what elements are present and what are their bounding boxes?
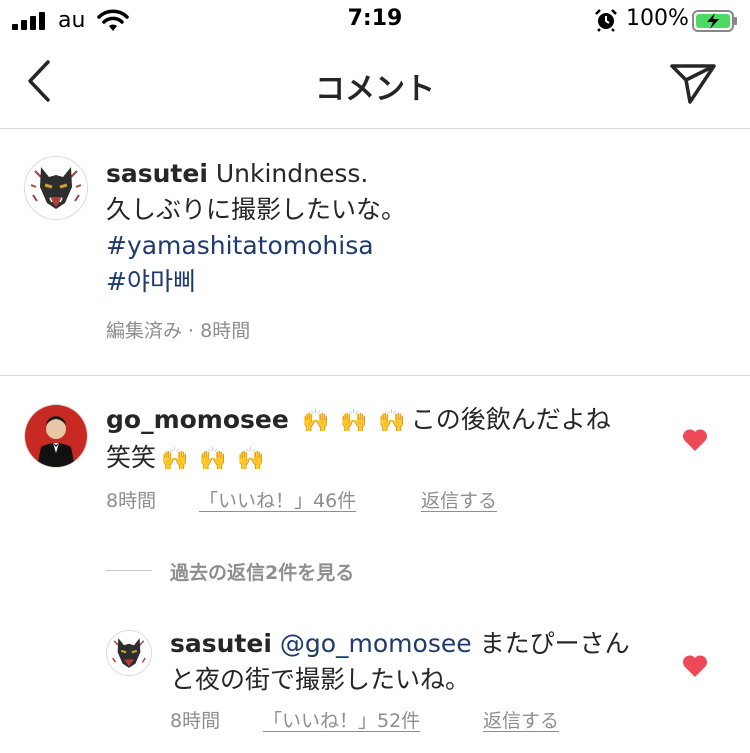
view-replies-button[interactable]: 過去の返信2件を見る — [170, 558, 354, 585]
raised-hands-emoji: 🙌 — [199, 447, 227, 472]
hashtag-link[interactable]: #야마삐 — [106, 264, 666, 300]
divider — [106, 570, 152, 571]
page-title: コメント — [315, 72, 435, 107]
raised-hands-emoji: 🙌 — [340, 409, 368, 434]
avatar[interactable] — [106, 630, 152, 676]
battery-charging-icon — [692, 10, 737, 32]
panther-icon — [107, 631, 151, 675]
reply-button[interactable]: 返信する — [483, 706, 559, 733]
reply-line-2: と夜の街で撮影したいね。 — [170, 665, 471, 694]
caption-text: sasutei Unkindness. 久しぶりに撮影したいな。 #yamash… — [106, 156, 666, 300]
reply-time: 8時間 — [170, 710, 221, 732]
divider — [0, 375, 750, 376]
raised-hands-emoji: 🙌 — [161, 447, 189, 472]
heart-icon[interactable] — [682, 428, 708, 452]
reply-username[interactable]: sasutei — [170, 629, 272, 658]
raised-hands-emoji: 🙌 — [302, 409, 330, 434]
paper-plane-icon[interactable] — [668, 60, 718, 106]
comment-line-1: この後飲んだよね — [410, 405, 611, 434]
battery-percent: 100% — [626, 6, 689, 31]
raised-hands-emoji: 🙌 — [378, 409, 406, 434]
reply-text: sasutei @go_momosee またぴーさん と夜の街で撮影したいね。 — [170, 626, 670, 698]
raised-hands-emoji: 🙌 — [237, 447, 265, 472]
heart-icon[interactable] — [682, 654, 708, 678]
comment-username[interactable]: go_momosee — [106, 405, 289, 434]
comment-line-2: 笑笑 — [106, 443, 157, 472]
caption-line-2: 久しぶりに撮影したいな。 — [106, 195, 407, 224]
profile-photo-icon — [25, 405, 87, 467]
hashtag-link[interactable]: #yamashitatomohisa — [106, 228, 666, 264]
panther-icon — [25, 157, 87, 219]
comment-time: 8時間 — [106, 490, 157, 512]
caption-line-1: Unkindness. — [215, 159, 369, 188]
caption-username[interactable]: sasutei — [106, 159, 208, 188]
avatar[interactable] — [24, 156, 88, 220]
caption-meta: 編集済み · 8時間 — [106, 320, 251, 342]
mention-link[interactable]: @go_momosee — [280, 629, 472, 658]
alarm-icon — [595, 9, 617, 32]
reply-line-1: またぴーさん — [479, 629, 630, 658]
avatar[interactable] — [24, 404, 88, 468]
likes-count-link[interactable]: 「いいね！」46件 — [199, 486, 356, 513]
comment-text: go_momosee 🙌 🙌 🙌 この後飲んだよね 笑笑 🙌 🙌 🙌 — [106, 402, 666, 478]
reply-button[interactable]: 返信する — [421, 486, 497, 513]
likes-count-link[interactable]: 「いいね！」52件 — [263, 706, 420, 733]
